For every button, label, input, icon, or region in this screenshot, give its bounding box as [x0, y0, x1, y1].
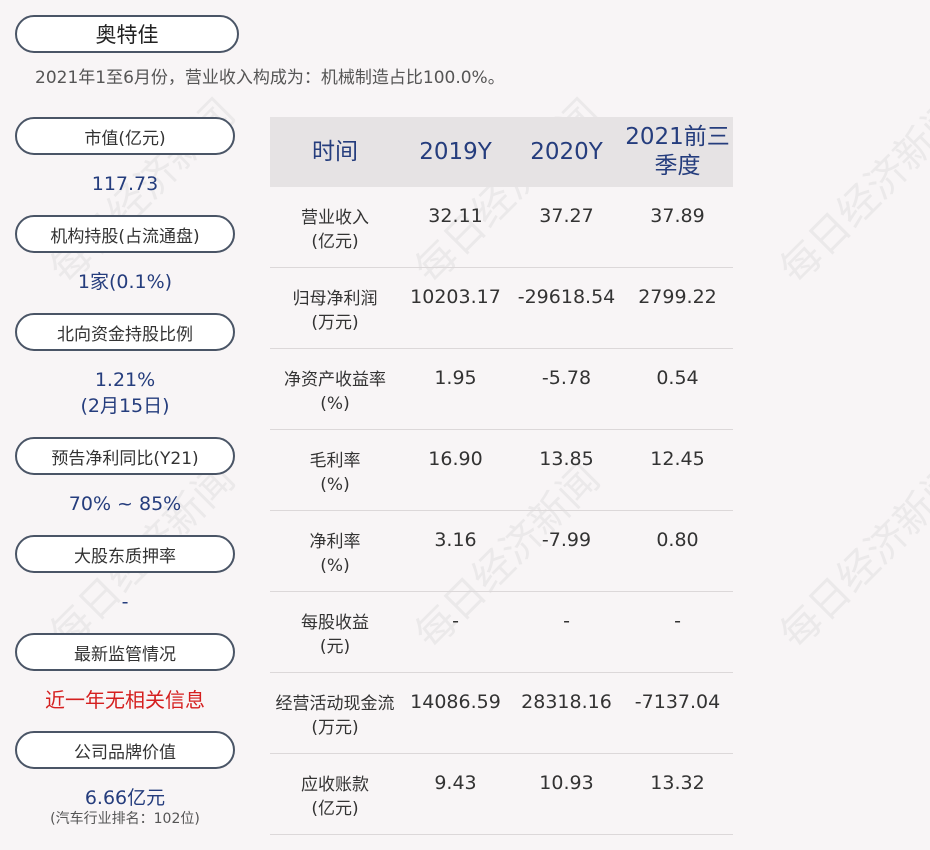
cell: -5.78: [541, 367, 592, 389]
row-label: 毛利率 (%): [309, 451, 361, 495]
revenue-summary: 2021年1至6月份，营业收入构成为：机械制造占比100.0%。: [35, 68, 505, 88]
northbound-label: 北向资金持股比例: [15, 313, 235, 351]
row-label: 应收账款 (亿元): [301, 775, 369, 819]
cell: -7.99: [541, 529, 592, 551]
northbound-date: (2月15日): [80, 395, 170, 417]
row-label: 营业收入 (亿元): [301, 208, 369, 252]
cell: 37.89: [650, 205, 705, 227]
table-row: 经营活动现金流 (万元) 14086.59 28318.16 -7137.04: [270, 673, 733, 754]
cell: 1.95: [434, 367, 477, 389]
northbound-value: 1.21%: [94, 369, 156, 391]
row-label: 净资产收益率 (%): [284, 370, 386, 414]
brand-value-label: 公司品牌价值: [15, 731, 235, 769]
forecast-value: 70% ~ 85%: [68, 493, 182, 515]
table-row: 毛利率 (%) 16.90 13.85 12.45: [270, 430, 733, 511]
cell: 0.80: [656, 529, 699, 551]
table-row: 归母净利润 (万元) 10203.17 -29618.54 2799.22: [270, 268, 733, 349]
header-2020: 2020Y: [530, 138, 603, 165]
cell: 9.43: [434, 772, 477, 794]
cell: 14086.59: [410, 691, 501, 713]
market-cap-label: 市值(亿元): [15, 117, 235, 155]
header-time: 时间: [312, 138, 358, 165]
table-header: 时间 2019Y 2020Y 2021前三季度: [270, 117, 733, 187]
cell: 12.45: [650, 448, 705, 470]
cell: 28318.16: [521, 691, 612, 713]
table-row: 应收账款 (亿元) 9.43 10.93 13.32: [270, 754, 733, 835]
table-row: 净利率 (%) 3.16 -7.99 0.80: [270, 511, 733, 592]
pledge-rate-value: -: [121, 591, 129, 613]
regulation-value: 近一年无相关信息: [45, 688, 205, 712]
forecast-label: 预告净利同比(Y21): [15, 437, 235, 475]
cell: -: [452, 610, 459, 632]
row-label: 净利率 (%): [309, 532, 361, 576]
institution-holding-value: 1家(0.1%): [77, 271, 173, 293]
row-label: 归母净利润 (万元): [292, 289, 378, 333]
cell: 0.54: [656, 367, 699, 389]
pledge-rate-label: 大股东质押率: [15, 535, 235, 573]
header-2019: 2019Y: [419, 138, 492, 165]
header-2021q3: 2021前三季度: [625, 124, 730, 179]
table-row: 净资产收益率 (%) 1.95 -5.78 0.54: [270, 349, 733, 430]
cell: -7137.04: [634, 691, 721, 713]
row-label: 每股收益 (元): [301, 613, 369, 657]
cell: 10.93: [539, 772, 594, 794]
cell: 13.32: [650, 772, 705, 794]
cell: -29618.54: [517, 286, 616, 308]
table-row: 每股收益 (元) - - -: [270, 592, 733, 673]
cell: 3.16: [434, 529, 477, 551]
watermark: 每日经济新闻: [771, 455, 930, 658]
watermark: 每日经济新闻: [771, 90, 930, 293]
cell: 2799.22: [638, 286, 717, 308]
table-row: 营业收入 (亿元) 32.11 37.27 37.89: [270, 187, 733, 268]
market-cap-value: 117.73: [91, 173, 159, 195]
page: 每日经济新闻 每日经济新闻 每日经济新闻 每日经济新闻 每日经济新闻 每日经济新…: [0, 0, 930, 850]
cell: 13.85: [539, 448, 594, 470]
regulation-label: 最新监管情况: [15, 633, 235, 671]
cell: 37.27: [539, 205, 594, 227]
institution-holding-label: 机构持股(占流通盘): [15, 215, 235, 253]
cell: -: [563, 610, 570, 632]
row-label: 经营活动现金流 (万元): [275, 694, 395, 738]
company-name: 奥特佳: [15, 15, 239, 53]
financial-table: 时间 2019Y 2020Y 2021前三季度 营业收入 (亿元) 32.11 3…: [270, 117, 733, 835]
cell: 32.11: [428, 205, 483, 227]
cell: -: [674, 610, 681, 632]
brand-rank: (汽车行业排名：102位): [50, 811, 200, 827]
cell: 16.90: [428, 448, 483, 470]
cell: 10203.17: [410, 286, 501, 308]
